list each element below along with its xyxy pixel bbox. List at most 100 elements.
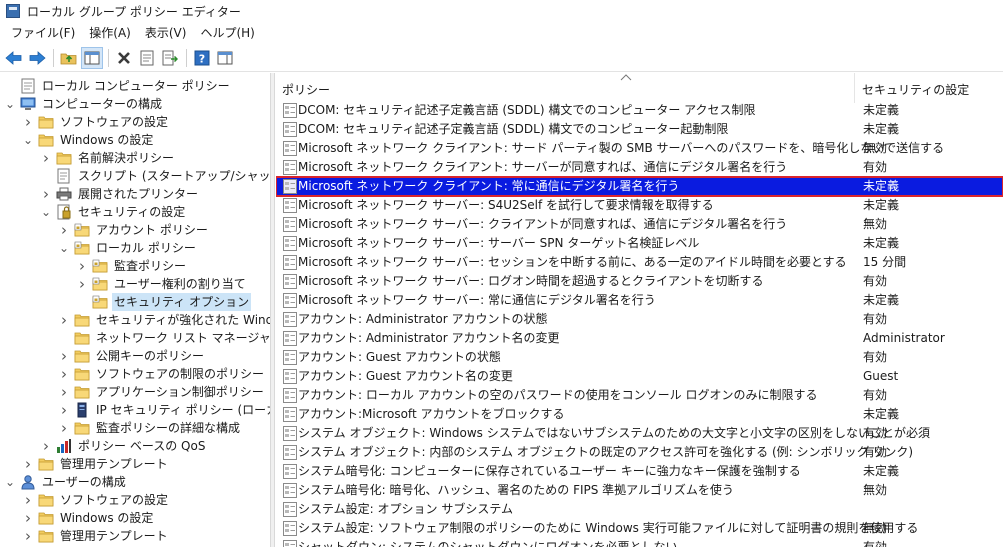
expand-chevron-down-icon[interactable]: ⌄ <box>58 239 70 257</box>
expand-chevron-right-icon[interactable]: › <box>76 257 88 275</box>
expand-chevron-right-icon[interactable]: › <box>58 347 70 365</box>
policy-row[interactable]: システム オブジェクト: Windows システムではないサブシステムのための大… <box>276 424 1003 443</box>
export-list-button[interactable] <box>159 47 181 69</box>
policy-row[interactable]: アカウント:Microsoft アカウントをブロックする 未定義 <box>276 405 1003 424</box>
policy-row[interactable]: システム設定: オプション サブシステム <box>276 500 1003 519</box>
policy-row[interactable]: アカウント: Guest アカウント名の変更 Guest <box>276 367 1003 386</box>
pane-splitter[interactable] <box>271 73 275 547</box>
policy-row[interactable]: シャットダウン: システムのシャットダウンにログオンを必要としない 有効 <box>276 538 1003 547</box>
policy-row[interactable]: DCOM: セキュリティ記述子定義言語 (SDDL) 構文でのコンピューター起動… <box>276 120 1003 139</box>
policy-row[interactable]: システム暗号化: コンピューターに保存されているユーザー キーに強力なキー保護を… <box>276 462 1003 481</box>
console-tree[interactable]: ローカル コンピューター ポリシー ⌄ コンピューターの構成 › ソフトウェアの設定 ⌄ W… <box>0 73 271 547</box>
expand-chevron-down-icon[interactable]: ⌄ <box>4 473 16 491</box>
expand-chevron-right-icon[interactable]: › <box>58 311 70 329</box>
tree-node[interactable]: › 公開キーのポリシー <box>58 347 206 365</box>
expand-chevron-right-icon[interactable]: › <box>22 527 34 545</box>
tree-node[interactable]: › セキュリティが強化された Windows <box>58 311 270 329</box>
expand-chevron-down-icon[interactable]: ⌄ <box>22 131 34 149</box>
show-hide-action-pane-button[interactable] <box>214 47 236 69</box>
tree-node[interactable]: スクリプト (スタートアップ/シャットダウン) <box>40 167 270 185</box>
tree-node[interactable]: ⌄ ユーザーの構成 <box>4 473 128 491</box>
tree-node[interactable]: セキュリティ オプション <box>76 293 252 311</box>
column-header-setting[interactable]: セキュリティの設定 <box>856 73 1003 103</box>
tree-node[interactable]: › 監査ポリシーの詳細な構成 <box>58 419 242 437</box>
tree-node[interactable]: › 管理用テンプレート <box>22 455 170 473</box>
tree-node[interactable]: › アプリケーション制御ポリシー <box>58 383 266 401</box>
menu-help[interactable]: ヘルプ(H) <box>193 22 261 44</box>
policy-row[interactable]: DCOM: セキュリティ記述子定義言語 (SDDL) 構文でのコンピューター ア… <box>276 101 1003 120</box>
expand-chevron-right-icon[interactable]: › <box>58 365 70 383</box>
policy-row[interactable]: システム暗号化: 暗号化、ハッシュ、署名のための FIPS 準拠アルゴリズムを使… <box>276 481 1003 500</box>
expand-chevron-right-icon[interactable]: › <box>58 419 70 437</box>
expand-chevron-right-icon[interactable]: › <box>76 275 88 293</box>
policy-row[interactable]: アカウント: Administrator アカウント名の変更 Administra… <box>276 329 1003 348</box>
policy-row[interactable]: Microsoft ネットワーク クライアント: サーバーが同意すれば、通信にデ… <box>276 158 1003 177</box>
policy-row[interactable]: システム オブジェクト: 内部のシステム オブジェクトの既定のアクセス許可を強化… <box>276 443 1003 462</box>
policy-row[interactable]: システム設定: ソフトウェア制限のポリシーのために Windows 実行可能ファ… <box>276 519 1003 538</box>
tree-node[interactable]: › ポリシー ベースの QoS <box>40 437 207 455</box>
expand-chevron-right-icon[interactable]: › <box>22 113 34 131</box>
tree-node[interactable]: › ユーザー権利の割り当て <box>76 275 248 293</box>
tree-node[interactable]: › ソフトウェアの設定 <box>22 491 170 509</box>
expand-chevron-down-icon[interactable]: ⌄ <box>4 95 16 113</box>
tree-node[interactable]: › IP セキュリティ ポリシー (ローカル コン <box>58 401 270 419</box>
tree-node[interactable]: › 名前解決ポリシー <box>40 149 176 167</box>
folder-icon <box>74 330 90 346</box>
tree-node[interactable]: › ソフトウェアの制限のポリシー <box>58 365 266 383</box>
policy-setting-icon <box>283 331 297 346</box>
help-button[interactable]: ? <box>191 47 213 69</box>
policy-row[interactable]: Microsoft ネットワーク サーバー: サーバー SPN ターゲット名検証… <box>276 234 1003 253</box>
policy-row[interactable]: Microsoft ネットワーク サーバー: 常に通信にデジタル署名を行う 未定義 <box>276 291 1003 310</box>
policy-setting-icon <box>283 350 297 365</box>
policy-row[interactable]: アカウント: ローカル アカウントの空のパスワードの使用をコンソール ログオンの… <box>276 386 1003 405</box>
expand-chevron-right-icon[interactable]: › <box>22 491 34 509</box>
policy-document-icon <box>20 78 36 94</box>
expand-chevron-right-icon[interactable]: › <box>40 437 52 455</box>
menu-view[interactable]: 表示(V) <box>138 22 194 44</box>
tree-node[interactable]: ⌄ コンピューターの構成 <box>4 95 164 113</box>
column-header-policy[interactable]: ポリシー <box>276 73 855 103</box>
tree-node[interactable]: ⌄ セキュリティの設定 <box>40 203 187 221</box>
tree-node[interactable]: ローカル コンピューター ポリシー <box>4 77 232 95</box>
expand-chevron-right-icon[interactable]: › <box>58 383 70 401</box>
tree-node[interactable]: › 管理用テンプレート <box>22 527 170 545</box>
folder-icon <box>74 312 90 328</box>
back-arrow-icon <box>5 51 22 65</box>
expand-chevron-right-icon[interactable]: › <box>22 509 34 527</box>
menu-action[interactable]: 操作(A) <box>82 22 138 44</box>
menu-file[interactable]: ファイル(F) <box>4 22 82 44</box>
show-hide-tree-button[interactable] <box>81 47 103 69</box>
expand-chevron-right-icon[interactable]: › <box>40 149 52 167</box>
policy-row[interactable]: Microsoft ネットワーク クライアント: サード パーティ製の SMB … <box>276 139 1003 158</box>
tree-node[interactable]: › ソフトウェアの設定 <box>22 113 170 131</box>
forward-button[interactable] <box>26 47 48 69</box>
tree-node[interactable]: › 展開されたプリンター <box>40 185 200 203</box>
policy-row[interactable]: アカウント: Administrator アカウントの状態 有効 <box>276 310 1003 329</box>
policy-row[interactable]: Microsoft ネットワーク サーバー: ログオン時間を超過するとクライアン… <box>276 272 1003 291</box>
expand-chevron-right-icon[interactable]: › <box>22 455 34 473</box>
tree-node[interactable]: › Windows の設定 <box>22 509 155 527</box>
menu-bar: ファイル(F) 操作(A) 表示(V) ヘルプ(H) <box>0 22 1003 44</box>
policy-row[interactable]: Microsoft ネットワーク サーバー: セッションを中断する前に、ある一定… <box>276 253 1003 272</box>
policy-row[interactable]: アカウント: Guest アカウントの状態 有効 <box>276 348 1003 367</box>
expand-chevron-right-icon[interactable]: › <box>58 221 70 239</box>
tree-node[interactable]: ネットワーク リスト マネージャー ポリシ <box>58 329 270 347</box>
expand-chevron-right-icon[interactable]: › <box>40 185 52 203</box>
tree-node[interactable]: ⌄ ローカル ポリシー <box>58 239 198 257</box>
policy-row[interactable]: Microsoft ネットワーク クライアント: 常に通信にデジタル署名を行う 未… <box>276 176 1003 197</box>
delete-icon <box>118 52 130 64</box>
sort-ascending-icon <box>620 74 632 81</box>
policy-row[interactable]: Microsoft ネットワーク サーバー: クライアントが同意すれば、通信にデ… <box>276 215 1003 234</box>
up-one-level-button[interactable] <box>58 47 80 69</box>
policy-list[interactable]: ポリシー セキュリティの設定 DCOM: セキュリティ記述子定義言語 (SDDL… <box>276 73 1003 547</box>
delete-button[interactable] <box>113 47 135 69</box>
expand-chevron-right-icon[interactable]: › <box>58 401 70 419</box>
tree-node[interactable]: › アカウント ポリシー <box>58 221 210 239</box>
tree-node[interactable]: › 監査ポリシー <box>76 257 188 275</box>
back-button[interactable] <box>3 47 25 69</box>
policy-row[interactable]: Microsoft ネットワーク サーバー: S4U2Self を試行して要求情… <box>276 196 1003 215</box>
expand-chevron-down-icon[interactable]: ⌄ <box>40 203 52 221</box>
security-setting-value: 無効 <box>863 217 888 231</box>
properties-button[interactable] <box>136 47 158 69</box>
tree-node[interactable]: ⌄ Windows の設定 <box>22 131 155 149</box>
